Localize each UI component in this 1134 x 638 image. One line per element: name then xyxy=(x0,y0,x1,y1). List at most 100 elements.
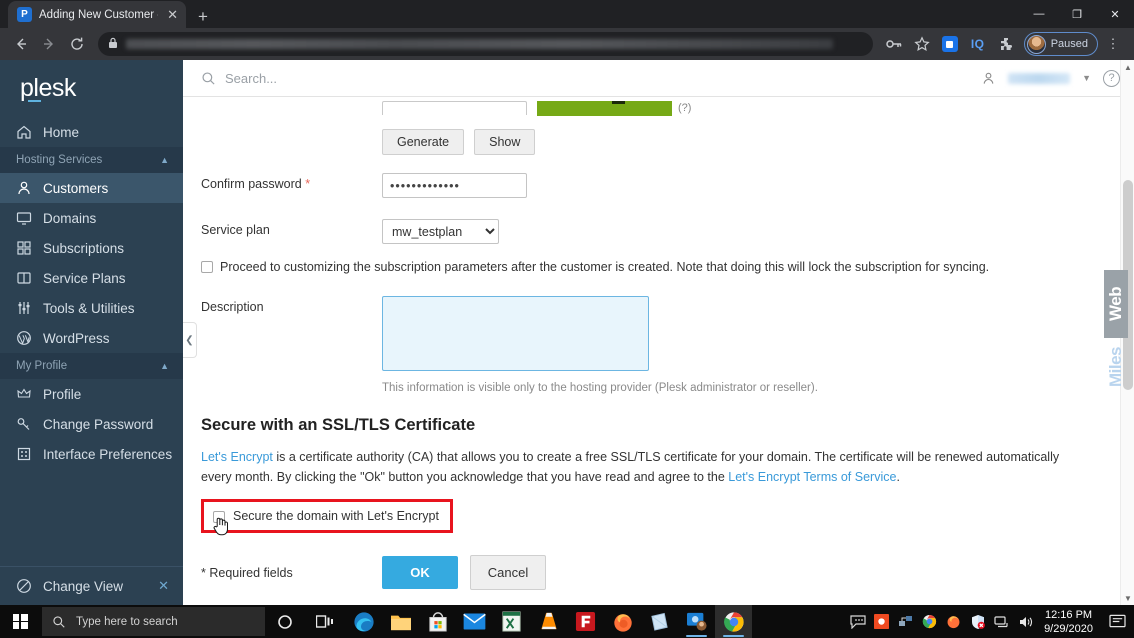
tray-security-icon[interactable] xyxy=(966,605,989,638)
firefox-icon xyxy=(613,613,632,632)
sidebar-item-profile[interactable]: Profile xyxy=(0,379,183,409)
sidebar-item-home[interactable]: Home xyxy=(0,117,183,147)
extensions-puzzle-icon[interactable] xyxy=(993,31,1019,57)
browser-tab[interactable]: P Adding New Customer - Plesk O ✕ xyxy=(8,1,186,28)
tray-network-tool-icon[interactable] xyxy=(894,605,917,638)
chevron-down-icon[interactable]: ▼ xyxy=(1082,73,1091,83)
terms-of-service-link[interactable]: Let's Encrypt Terms of Service xyxy=(728,470,896,484)
sidebar-item-customers[interactable]: Customers xyxy=(0,173,183,203)
help-icon[interactable]: ? xyxy=(1103,69,1120,87)
window-minimize-button[interactable]: — xyxy=(1020,0,1058,28)
taskbar-app-excel[interactable] xyxy=(493,605,530,638)
sidebar-change-view[interactable]: Change View ✕ xyxy=(0,566,183,605)
tab-favicon-icon: P xyxy=(17,7,32,22)
scrollbar-thumb[interactable] xyxy=(1123,180,1133,390)
sidebar-item-domains[interactable]: Domains xyxy=(0,203,183,233)
description-textarea[interactable] xyxy=(382,296,649,371)
sidebar-item-subscriptions[interactable]: Subscriptions xyxy=(0,233,183,263)
generate-password-button[interactable]: Generate xyxy=(382,129,465,155)
file-explorer-icon xyxy=(390,615,411,630)
browser-toolbar: IQ Paused ⋮ xyxy=(0,28,1134,60)
sidebar-group-hosting-services[interactable]: Hosting Services ▲ xyxy=(0,147,183,173)
excel-icon xyxy=(502,611,521,632)
page-scrollbar[interactable]: ▲ ▼ xyxy=(1120,60,1134,605)
sidebar-item-change-password[interactable]: Change Password xyxy=(0,409,183,439)
new-tab-button[interactable]: + xyxy=(198,8,208,25)
tray-chat-icon[interactable] xyxy=(846,605,869,638)
taskbar-app-filezilla[interactable] xyxy=(567,605,604,638)
windows-icon xyxy=(12,614,28,629)
service-plan-select[interactable]: mw_testplan xyxy=(382,219,499,244)
taskbar-app-file-explorer[interactable] xyxy=(382,605,419,638)
service-plan-label: Service plan xyxy=(201,223,270,237)
window-maximize-button[interactable]: ❐ xyxy=(1058,0,1096,28)
taskbar-app-teamviewer[interactable] xyxy=(678,605,715,638)
cancel-button[interactable]: Cancel xyxy=(470,555,546,590)
task-view-icon[interactable] xyxy=(305,605,345,638)
sidebar-item-interface-preferences[interactable]: Interface Preferences xyxy=(0,439,183,469)
search-input[interactable]: Search... xyxy=(201,71,981,86)
taskbar-search-placeholder: Type here to search xyxy=(76,615,178,628)
reload-icon[interactable] xyxy=(64,31,90,57)
bookmark-star-icon[interactable] xyxy=(909,31,935,57)
profile-button[interactable]: Paused xyxy=(1023,32,1098,56)
tray-firefox-icon[interactable] xyxy=(942,605,965,638)
notification-center-button[interactable] xyxy=(1104,605,1130,638)
taskbar-app-edge[interactable] xyxy=(345,605,382,638)
secure-domain-checkbox[interactable] xyxy=(213,510,225,523)
window-close-button[interactable]: ✕ xyxy=(1096,0,1134,28)
sidebar-item-service-plans[interactable]: Service Plans xyxy=(0,263,183,293)
scroll-up-arrow-icon[interactable]: ▲ xyxy=(1121,60,1134,74)
tray-record-icon[interactable] xyxy=(870,605,893,638)
extension-bluebox-icon[interactable] xyxy=(937,31,963,57)
sidebar-item-label: Change Password xyxy=(43,416,154,432)
plesk-logo: plesk xyxy=(0,60,183,117)
taskbar-app-firefox[interactable] xyxy=(604,605,641,638)
proceed-checkbox-label: Proceed to customizing the subscription … xyxy=(220,260,990,274)
ok-button[interactable]: OK xyxy=(382,556,458,589)
proceed-checkbox[interactable] xyxy=(201,261,213,273)
taskbar-search[interactable]: Type here to search xyxy=(42,607,265,636)
description-label: Description xyxy=(201,300,264,314)
chevron-left-icon: ❮ xyxy=(185,334,194,346)
mail-icon xyxy=(463,613,486,630)
tray-chrome-icon[interactable] xyxy=(918,605,941,638)
close-icon[interactable]: ✕ xyxy=(158,578,169,594)
scroll-down-arrow-icon[interactable]: ▼ xyxy=(1121,591,1134,605)
confirm-password-input[interactable] xyxy=(382,173,527,198)
browser-menu-icon[interactable]: ⋮ xyxy=(1100,31,1126,57)
taskbar-app-vlc[interactable] xyxy=(530,605,567,638)
show-password-button[interactable]: Show xyxy=(474,129,536,155)
taskbar-app-microsoft-store[interactable] xyxy=(419,605,456,638)
taskbar-app-chrome[interactable] xyxy=(715,605,752,638)
back-icon[interactable] xyxy=(8,31,34,57)
tray-network-icon[interactable] xyxy=(990,605,1013,638)
secure-domain-label: Secure the domain with Let's Encrypt xyxy=(233,509,439,523)
tab-close-icon[interactable]: ✕ xyxy=(165,8,180,21)
start-button[interactable] xyxy=(0,605,40,638)
lets-encrypt-link[interactable]: Let's Encrypt xyxy=(201,450,273,464)
proceed-checkbox-row[interactable]: Proceed to customizing the subscription … xyxy=(201,260,1116,274)
profile-paused-label: Paused xyxy=(1050,38,1088,50)
address-bar[interactable] xyxy=(98,32,873,56)
browser-titlebar: P Adding New Customer - Plesk O ✕ + — ❐ … xyxy=(0,0,1134,28)
taskbar-app-mail[interactable] xyxy=(456,605,493,638)
taskbar-app-sticky-notes[interactable] xyxy=(641,605,678,638)
extension-iq-icon[interactable]: IQ xyxy=(965,31,991,57)
system-tray: 12:16 PM 9/29/2020 xyxy=(846,605,1134,638)
sidebar-group-my-profile[interactable]: My Profile ▲ xyxy=(0,353,183,379)
address-bar-url xyxy=(126,39,833,49)
page-viewport: plesk Home Hosting Services ▲ Customers … xyxy=(0,60,1134,605)
taskbar-clock[interactable]: 12:16 PM 9/29/2020 xyxy=(1038,608,1103,636)
form-content: (?) Generate Show Confirm password * •••… xyxy=(183,97,1134,605)
password-input[interactable] xyxy=(382,101,527,115)
sidebar-item-label: Domains xyxy=(43,210,97,226)
sidebar-item-wordpress[interactable]: WordPress xyxy=(0,323,183,353)
cortana-icon[interactable] xyxy=(265,605,305,638)
sidebar-item-tools-utilities[interactable]: Tools & Utilities xyxy=(0,293,183,323)
password-key-icon[interactable] xyxy=(881,31,907,57)
sidebar-collapse-button[interactable]: ❮ xyxy=(183,322,197,358)
user-account-icon[interactable] xyxy=(981,71,996,86)
tray-volume-icon[interactable] xyxy=(1014,605,1037,638)
forward-icon[interactable] xyxy=(36,31,62,57)
